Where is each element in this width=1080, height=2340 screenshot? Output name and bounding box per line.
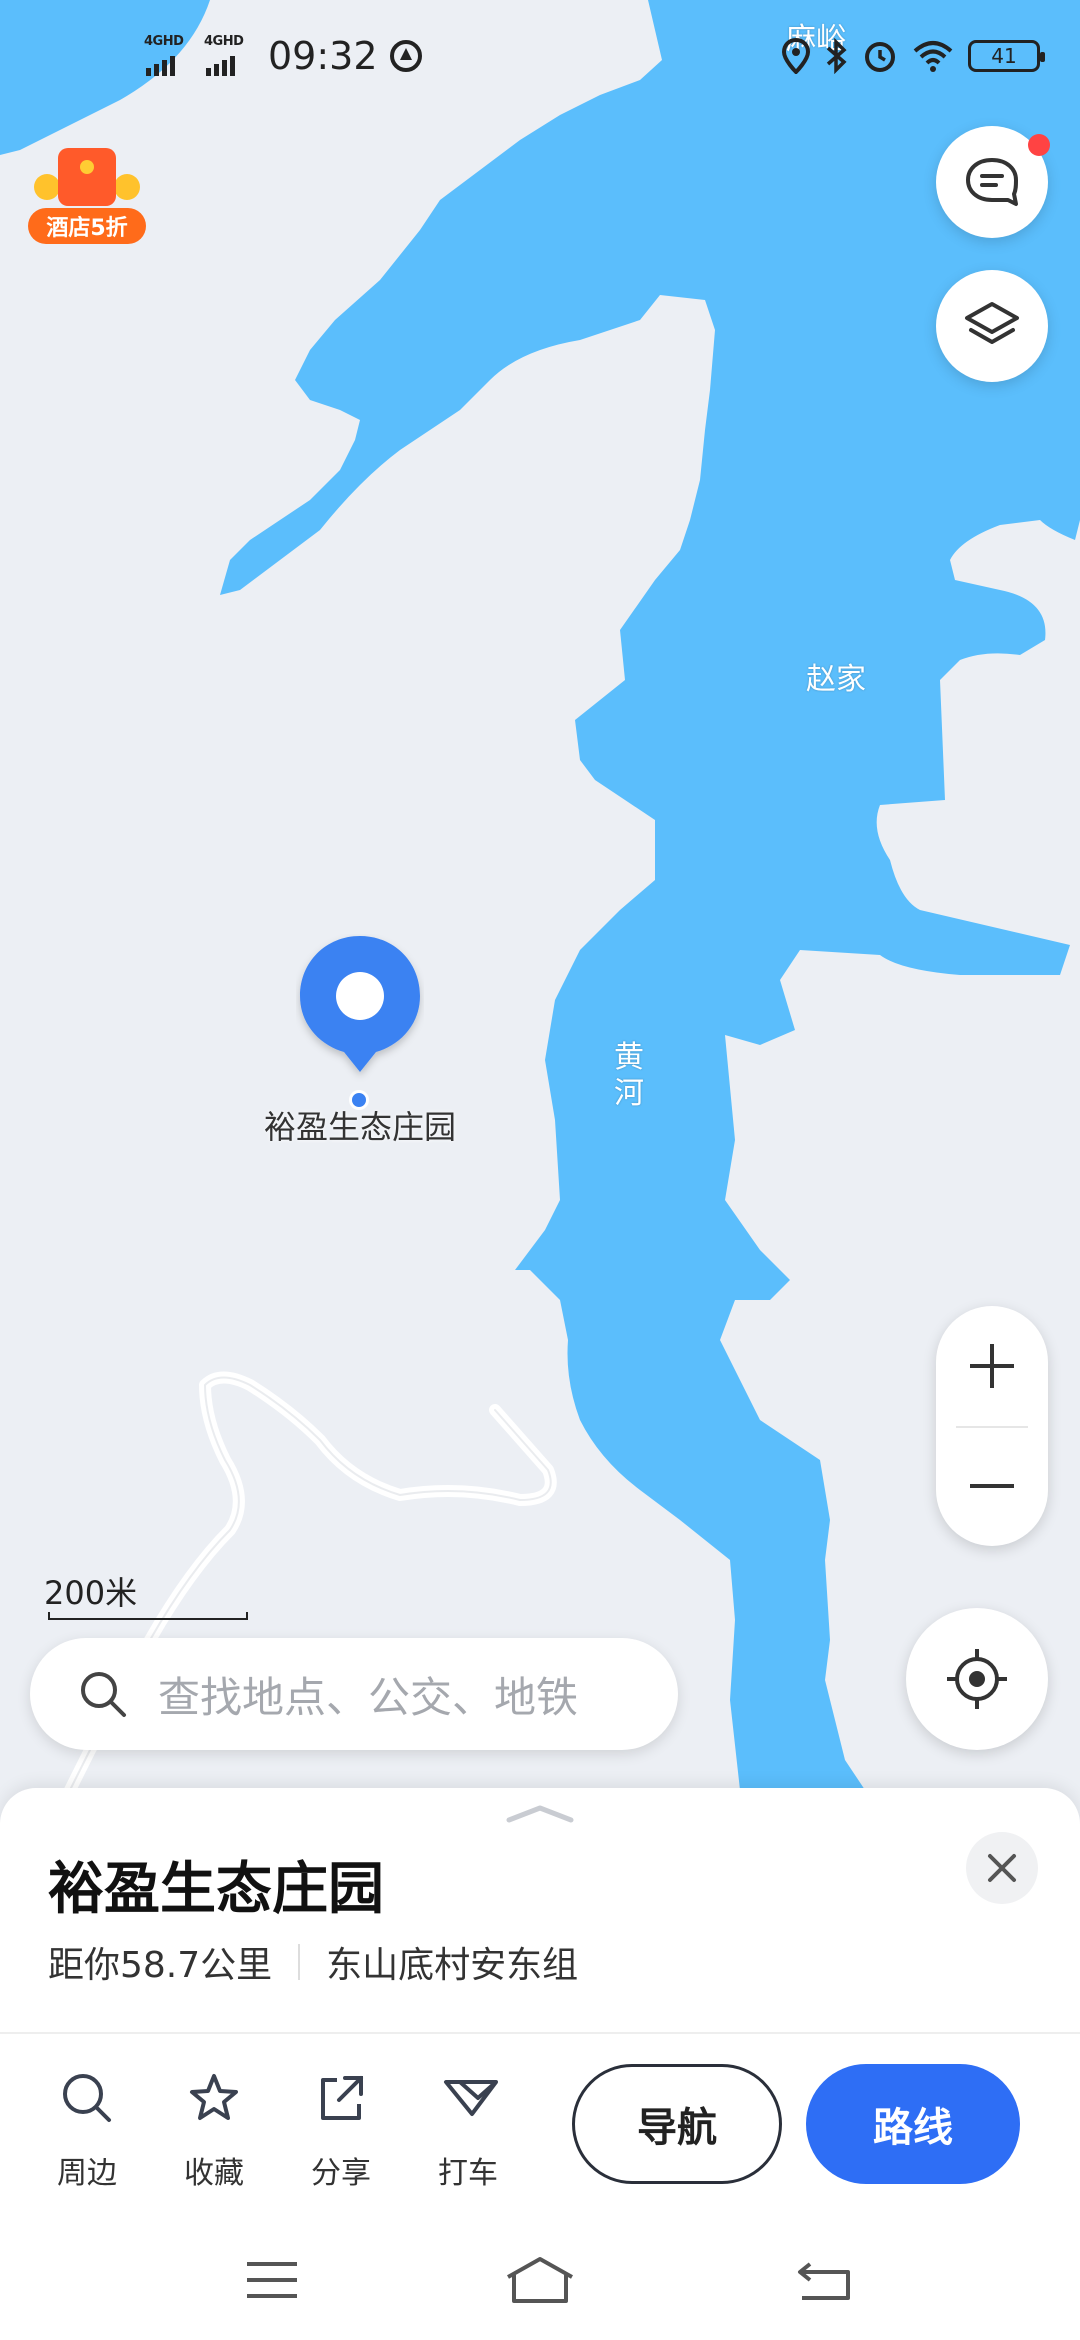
place-subtitle: 距你58.7公里 东山底村安东组 xyxy=(48,1936,578,1988)
location-icon xyxy=(782,38,810,74)
wifi-icon xyxy=(913,41,953,72)
route-button[interactable]: 路线 xyxy=(806,2064,1020,2184)
close-icon xyxy=(988,1854,1016,1882)
search-icon xyxy=(63,2074,111,2122)
map-scale: 200米 xyxy=(44,1568,250,1620)
plus-icon xyxy=(970,1344,1014,1388)
favorite-button[interactable]: 收藏 xyxy=(159,2068,269,2191)
alarm-icon xyxy=(865,42,895,72)
sheet-divider xyxy=(0,2032,1080,2034)
subtitle-divider xyxy=(298,1944,301,1980)
star-icon xyxy=(190,2074,238,2120)
back-icon xyxy=(798,2262,850,2300)
notification-icon xyxy=(389,40,422,72)
menu-icon xyxy=(247,2262,297,2298)
marker-label: 裕盈生态庄园 xyxy=(263,1108,456,1146)
locate-me-button[interactable] xyxy=(906,1608,1048,1750)
back-button[interactable] xyxy=(784,2250,864,2310)
favorite-label: 收藏 xyxy=(184,2156,244,2191)
taxi-icon xyxy=(444,2080,498,2116)
location-marker-icon[interactable] xyxy=(296,934,424,1084)
share-label: 分享 xyxy=(311,2156,371,2191)
zoom-control xyxy=(936,1306,1048,1546)
search-bar[interactable]: 查找地点、公交、地铁 xyxy=(30,1638,678,1750)
message-button[interactable] xyxy=(936,126,1050,238)
place-address: 东山底村安东组 xyxy=(326,1945,579,1986)
share-button[interactable]: 分享 xyxy=(286,2068,396,2191)
place-distance: 距你58.7公里 xyxy=(48,1945,273,1986)
sheet-handle-icon[interactable] xyxy=(505,1802,575,1824)
nearby-button[interactable]: 周边 xyxy=(32,2068,142,2191)
battery-icon: 41 xyxy=(968,40,1045,72)
menu-button[interactable] xyxy=(232,2250,312,2310)
scale-label: 200米 xyxy=(44,1574,138,1612)
zoom-out-button[interactable] xyxy=(936,1426,1048,1546)
taxi-button[interactable]: 打车 xyxy=(413,2068,523,2191)
cell-signal-icon: 4GHD xyxy=(142,34,192,76)
home-icon xyxy=(507,2257,573,2303)
home-button[interactable] xyxy=(500,2250,580,2310)
place-title: 裕盈生态庄园 xyxy=(48,1857,384,1922)
chat-icon xyxy=(966,158,1018,206)
share-icon xyxy=(321,2076,363,2120)
promo-label: 酒店5折 xyxy=(28,208,146,244)
close-button[interactable] xyxy=(966,1832,1038,1904)
status-bar: 4GHD 4GHD 09:32 41 xyxy=(0,0,1080,120)
hotel-promo-badge[interactable]: 酒店5折 xyxy=(28,148,146,244)
cell-signal-icon: 4GHD xyxy=(202,34,252,76)
map-label-yellow-river: 黄 河 xyxy=(614,1040,644,1111)
red-envelope-icon xyxy=(58,148,116,206)
unread-dot xyxy=(1028,134,1050,156)
clock: 09:32 xyxy=(268,34,378,78)
nearby-label: 周边 xyxy=(57,2156,117,2191)
scale-bar xyxy=(48,1612,248,1620)
layers-icon xyxy=(965,302,1019,344)
system-nav-bar xyxy=(0,2220,1080,2340)
minus-icon xyxy=(970,1484,1014,1488)
search-placeholder: 查找地点、公交、地铁 xyxy=(158,1672,579,1722)
crosshair-icon xyxy=(947,1649,1007,1709)
taxi-label: 打车 xyxy=(438,2156,498,2191)
layers-button[interactable] xyxy=(936,270,1048,382)
bluetooth-icon xyxy=(826,38,847,74)
navigate-button[interactable]: 导航 xyxy=(572,2064,782,2184)
coin-icon xyxy=(34,174,60,200)
search-icon xyxy=(81,1672,126,1717)
zoom-in-button[interactable] xyxy=(936,1306,1048,1426)
coin-icon xyxy=(114,174,140,200)
map-label-zhaojia: 赵家 xyxy=(806,662,866,697)
